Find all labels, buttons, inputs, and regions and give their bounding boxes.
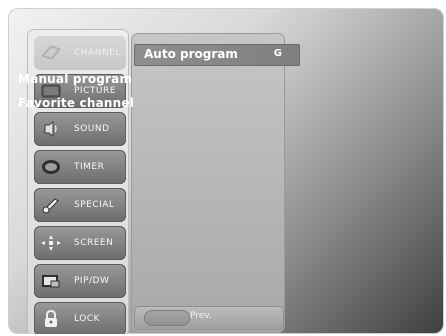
submenu-footer: Prev. <box>134 306 284 330</box>
lock-icon <box>38 307 64 331</box>
channel-icon <box>38 41 64 65</box>
sound-icon <box>38 117 64 141</box>
menu-item-label: LOCK <box>74 314 100 324</box>
menu-item-pip-dw[interactable]: PIP/DW <box>34 264 126 298</box>
submenu-shortcut: G <box>273 48 282 59</box>
tv-menu-screen: CHANNEL PICTURE SOUND TIMER SPECIAL SCRE… <box>8 8 444 334</box>
pip-dw-icon <box>38 269 64 293</box>
submenu-item-favorite-channel[interactable]: Favorite channel <box>18 96 134 110</box>
menu-item-timer[interactable]: TIMER <box>34 150 126 184</box>
menu-item-label: SCREEN <box>74 238 114 248</box>
submenu-item-label: Manual program <box>18 72 133 86</box>
prev-label: Prev. <box>190 311 212 321</box>
special-icon <box>38 193 64 217</box>
submenu-item-manual-program[interactable]: Manual program <box>18 72 132 86</box>
submenu-item-auto-program[interactable]: Auto program G <box>134 44 300 66</box>
menu-item-channel[interactable]: CHANNEL <box>34 36 126 70</box>
menu-item-sound[interactable]: SOUND <box>34 112 126 146</box>
menu-item-label: SPECIAL <box>74 200 115 210</box>
menu-item-label: SOUND <box>74 124 110 134</box>
prev-button[interactable] <box>144 310 190 326</box>
menu-item-label: CHANNEL <box>74 48 121 58</box>
timer-icon <box>38 155 64 179</box>
menu-item-screen[interactable]: SCREEN <box>34 226 126 260</box>
menu-item-label: TIMER <box>74 162 105 172</box>
menu-item-special[interactable]: SPECIAL <box>34 188 126 222</box>
menu-item-label: PIP/DW <box>74 276 110 286</box>
menu-item-lock[interactable]: LOCK <box>34 302 126 334</box>
submenu-item-label: Auto program <box>144 47 238 61</box>
submenu-panel <box>132 34 284 332</box>
screen-icon <box>38 231 64 255</box>
menu-item-label: PICTURE <box>74 86 116 96</box>
submenu-item-label: Favorite channel <box>18 96 135 110</box>
